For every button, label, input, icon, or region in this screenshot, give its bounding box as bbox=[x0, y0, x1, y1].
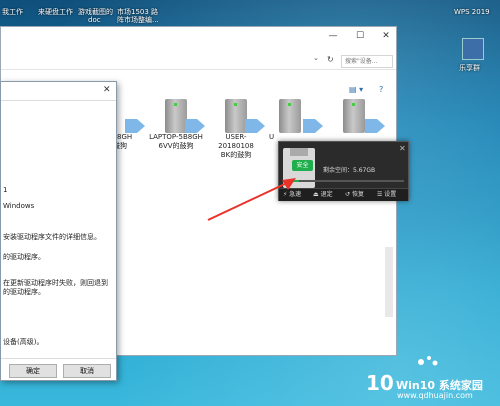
bubbles-icon bbox=[418, 356, 438, 366]
annotation-arrow-icon bbox=[207, 178, 296, 221]
watermark-url: www.qdhuajin.com bbox=[397, 391, 473, 400]
watermark-logo: 10 bbox=[366, 371, 394, 395]
